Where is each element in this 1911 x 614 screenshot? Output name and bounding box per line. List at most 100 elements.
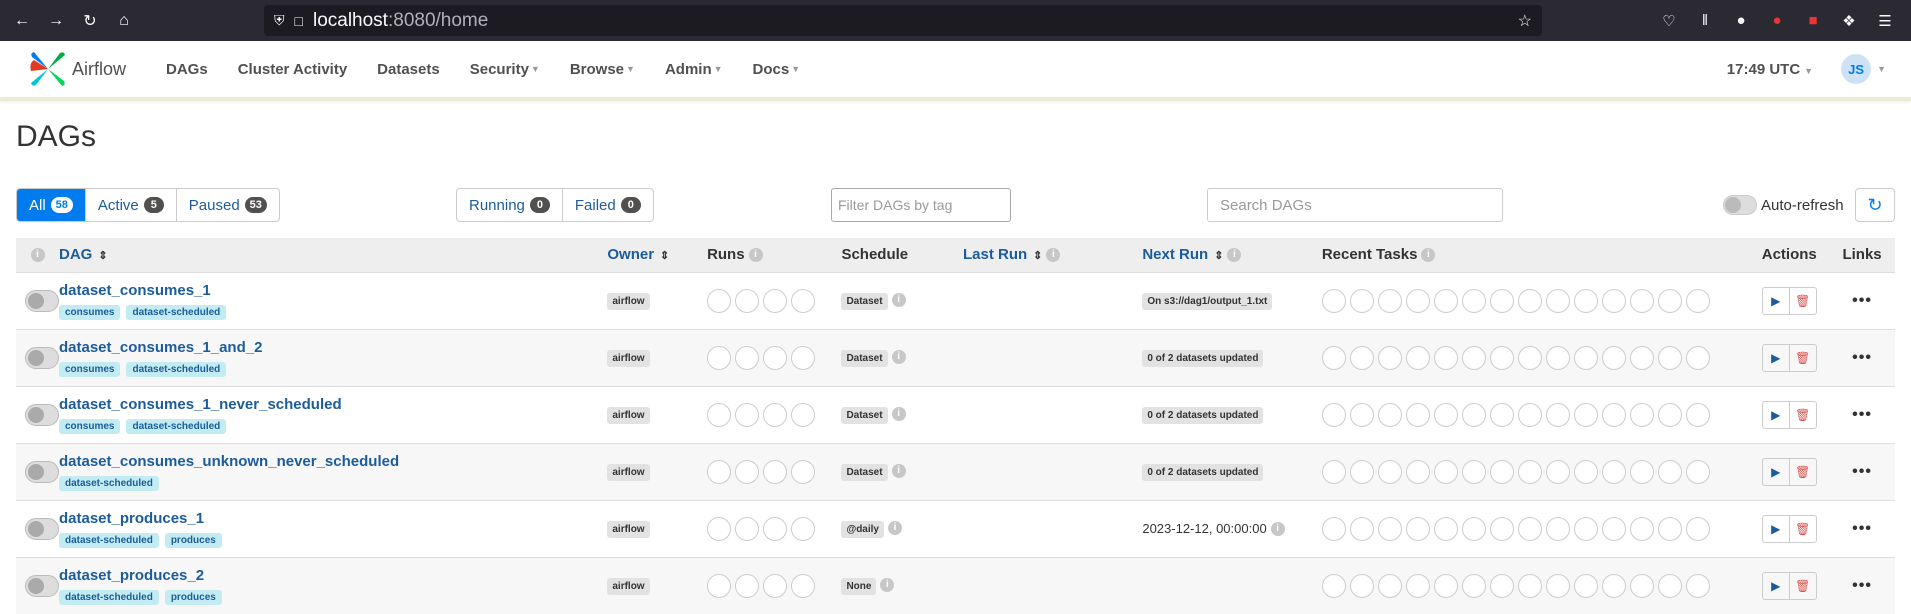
task-status-circle[interactable] — [1433, 459, 1458, 484]
dag-tag[interactable]: consumes — [59, 361, 121, 377]
task-status-circle[interactable] — [1461, 573, 1486, 598]
task-status-circle[interactable] — [1321, 516, 1346, 541]
delete-dag-button[interactable]: 🗑 — [1788, 400, 1817, 429]
extensions-icon[interactable]: ❖ — [1831, 12, 1867, 30]
task-status-circle[interactable] — [1685, 288, 1710, 313]
task-status-circle[interactable] — [1601, 288, 1626, 313]
trigger-dag-button[interactable]: ▶ — [1761, 457, 1790, 486]
info-icon[interactable]: i — [887, 521, 902, 536]
task-status-circle[interactable] — [1657, 288, 1682, 313]
more-links-icon[interactable]: ••• — [1852, 463, 1872, 480]
filter-all[interactable]: All 58 — [17, 189, 86, 221]
trigger-dag-button[interactable]: ▶ — [1761, 343, 1790, 372]
bookmark-star-icon[interactable]: ☆ — [1518, 11, 1532, 31]
task-status-circle[interactable] — [1489, 345, 1514, 370]
filter-running[interactable]: Running 0 — [457, 189, 563, 221]
nav-item-datasets[interactable]: Datasets — [377, 61, 440, 78]
col-owner[interactable]: Owner — [607, 246, 654, 263]
owner-label[interactable]: airflow — [607, 520, 650, 538]
trigger-dag-button[interactable]: ▶ — [1761, 400, 1790, 429]
task-status-circle[interactable] — [1461, 345, 1486, 370]
run-status-circle[interactable] — [791, 402, 816, 427]
task-status-circle[interactable] — [1461, 516, 1486, 541]
dag-tag[interactable]: dataset-scheduled — [126, 304, 227, 320]
task-status-circle[interactable] — [1349, 345, 1374, 370]
trigger-dag-button[interactable]: ▶ — [1761, 286, 1790, 315]
task-status-circle[interactable] — [1545, 573, 1570, 598]
task-status-circle[interactable] — [1349, 573, 1374, 598]
task-status-circle[interactable] — [1685, 573, 1710, 598]
task-status-circle[interactable] — [1517, 345, 1542, 370]
task-status-circle[interactable] — [1573, 516, 1598, 541]
dag-tag[interactable]: dataset-scheduled — [126, 418, 227, 434]
task-status-circle[interactable] — [1489, 516, 1514, 541]
more-links-icon[interactable]: ••• — [1852, 520, 1872, 537]
run-status-circle[interactable] — [735, 459, 760, 484]
run-status-circle[interactable] — [707, 288, 732, 313]
task-status-circle[interactable] — [1629, 516, 1654, 541]
task-status-circle[interactable] — [1405, 288, 1430, 313]
run-status-circle[interactable] — [707, 516, 732, 541]
task-status-circle[interactable] — [1377, 288, 1402, 313]
task-status-circle[interactable] — [1601, 402, 1626, 427]
sort-icon[interactable]: ⇕ — [98, 250, 107, 262]
task-status-circle[interactable] — [1461, 288, 1486, 313]
task-status-circle[interactable] — [1349, 459, 1374, 484]
task-status-circle[interactable] — [1489, 402, 1514, 427]
auto-refresh-toggle[interactable] — [1723, 195, 1757, 215]
sort-icon[interactable]: ⇕ — [660, 250, 669, 262]
task-status-circle[interactable] — [1321, 345, 1346, 370]
delete-dag-button[interactable]: 🗑 — [1788, 286, 1817, 315]
task-status-circle[interactable] — [1573, 345, 1598, 370]
run-status-circle[interactable] — [763, 459, 788, 484]
owner-label[interactable]: airflow — [607, 577, 650, 595]
dag-link[interactable]: dataset_consumes_1_and_2 — [59, 339, 607, 356]
task-status-circle[interactable] — [1573, 459, 1598, 484]
run-status-circle[interactable] — [791, 288, 816, 313]
delete-dag-button[interactable]: 🗑 — [1788, 457, 1817, 486]
nav-item-cluster-activity[interactable]: Cluster Activity — [238, 61, 347, 78]
task-status-circle[interactable] — [1405, 573, 1430, 598]
col-dag[interactable]: DAG — [59, 246, 92, 263]
col-last-run[interactable]: Last Run — [963, 246, 1027, 263]
owner-label[interactable]: airflow — [607, 406, 650, 424]
task-status-circle[interactable] — [1517, 516, 1542, 541]
record-icon[interactable]: ■ — [1795, 12, 1831, 29]
ublock-icon[interactable]: ● — [1759, 12, 1795, 29]
dag-link[interactable]: dataset_consumes_1_never_scheduled — [59, 396, 607, 413]
avatar[interactable]: JS — [1841, 54, 1872, 84]
task-status-circle[interactable] — [1545, 345, 1570, 370]
run-status-circle[interactable] — [707, 573, 732, 598]
run-status-circle[interactable] — [791, 345, 816, 370]
info-icon[interactable]: i — [891, 464, 906, 479]
task-status-circle[interactable] — [1657, 345, 1682, 370]
address-bar[interactable]: ⛨ □ localhost:8080/home ☆ — [264, 5, 1542, 36]
task-status-circle[interactable] — [1433, 345, 1458, 370]
task-status-circle[interactable] — [1629, 573, 1654, 598]
owner-label[interactable]: airflow — [607, 349, 650, 367]
delete-dag-button[interactable]: 🗑 — [1788, 514, 1817, 543]
task-status-circle[interactable] — [1405, 459, 1430, 484]
home-icon[interactable]: ⌂ — [110, 7, 138, 35]
task-status-circle[interactable] — [1489, 288, 1514, 313]
clock[interactable]: 17:49 UTC ▼ — [1727, 61, 1813, 78]
run-status-circle[interactable] — [763, 573, 788, 598]
run-status-circle[interactable] — [763, 288, 788, 313]
delete-dag-button[interactable]: 🗑 — [1788, 571, 1817, 600]
task-status-circle[interactable] — [1377, 573, 1402, 598]
run-status-circle[interactable] — [707, 459, 732, 484]
task-status-circle[interactable] — [1657, 402, 1682, 427]
filter-paused[interactable]: Paused 53 — [177, 189, 279, 221]
task-status-circle[interactable] — [1545, 402, 1570, 427]
nav-item-admin[interactable]: Admin ▼ — [665, 61, 723, 78]
task-status-circle[interactable] — [1517, 402, 1542, 427]
task-status-circle[interactable] — [1461, 459, 1486, 484]
task-status-circle[interactable] — [1517, 288, 1542, 313]
task-status-circle[interactable] — [1629, 459, 1654, 484]
task-status-circle[interactable] — [1489, 459, 1514, 484]
task-status-circle[interactable] — [1545, 288, 1570, 313]
more-links-icon[interactable]: ••• — [1852, 349, 1872, 366]
dag-link[interactable]: dataset_produces_1 — [59, 510, 607, 527]
nav-item-browse[interactable]: Browse ▼ — [570, 61, 635, 78]
task-status-circle[interactable] — [1433, 288, 1458, 313]
